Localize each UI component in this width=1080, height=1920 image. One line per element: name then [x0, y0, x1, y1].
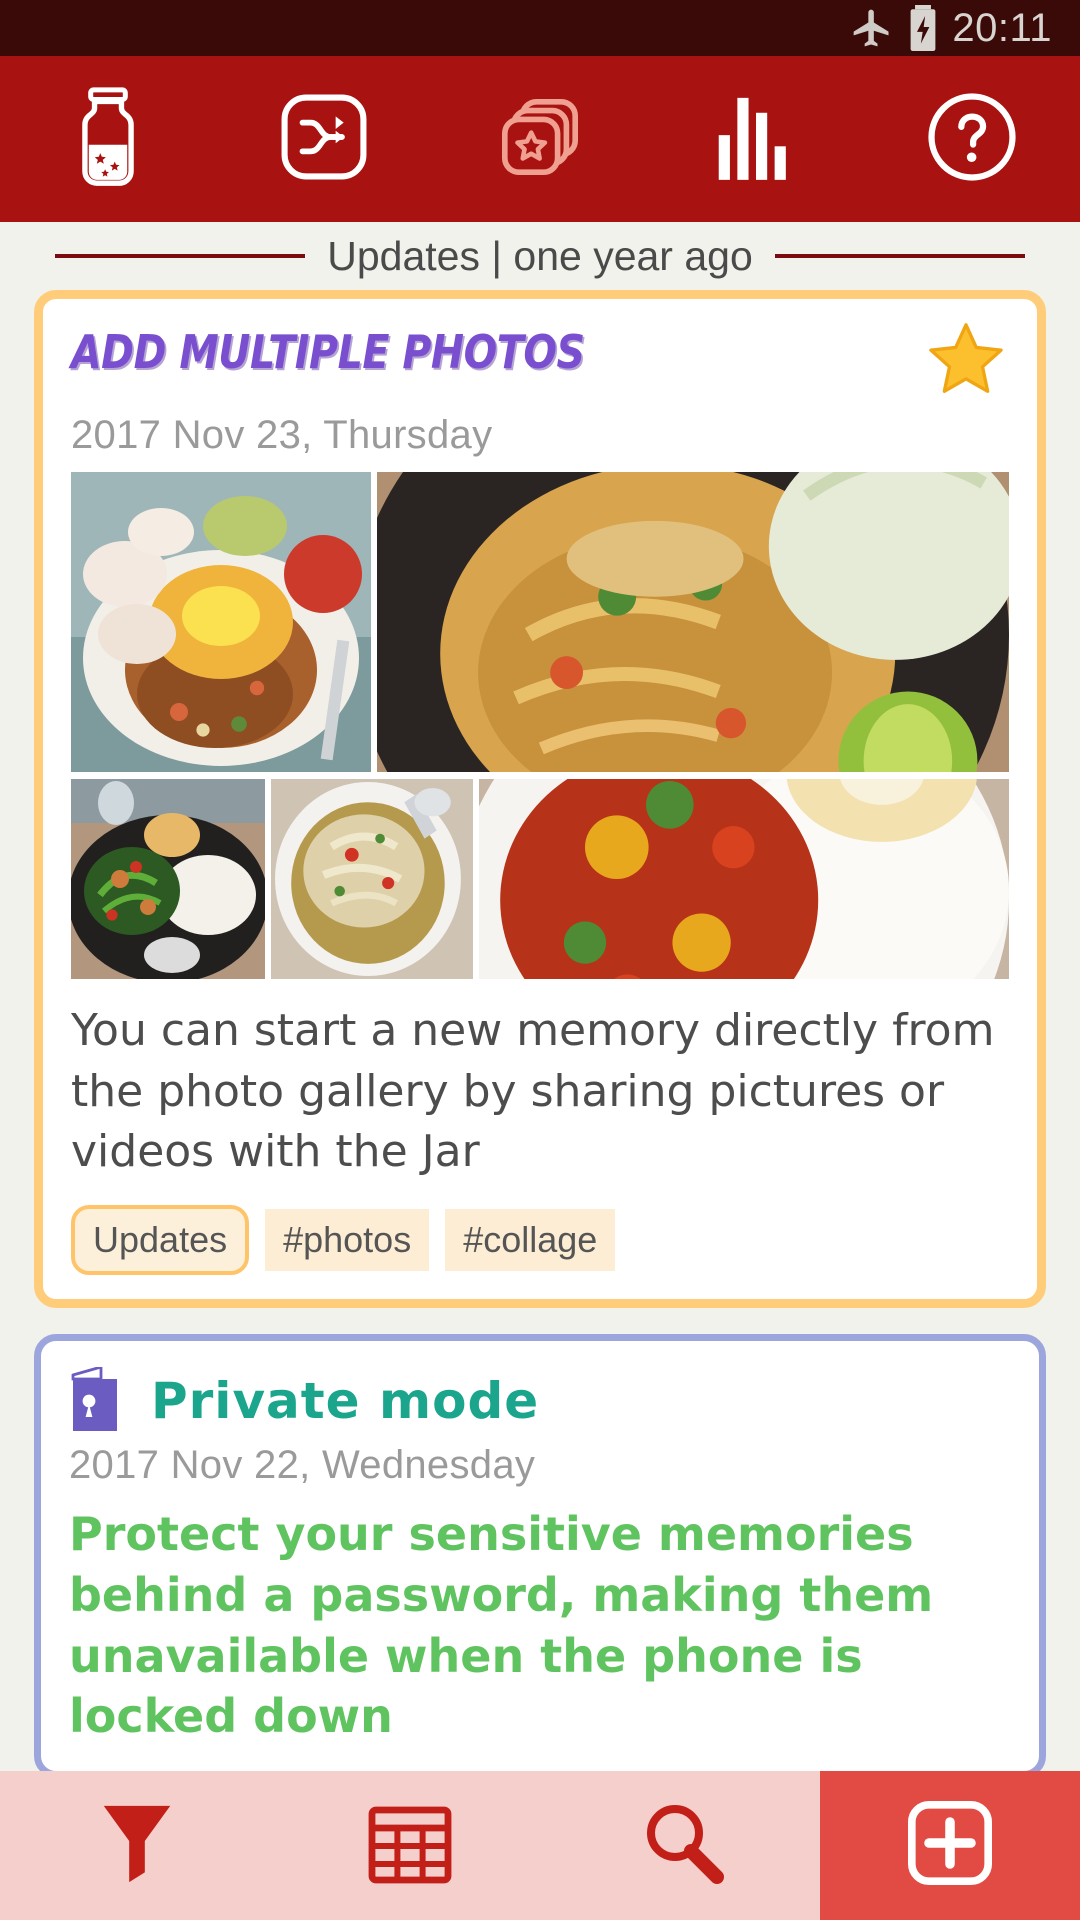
shuffle-icon: [281, 94, 367, 185]
jar-icon: [69, 86, 147, 192]
memory-feed: ADD MULTIPLE PHOTOS 2017 Nov 23, Thursda…: [0, 290, 1080, 1779]
app-screen: 20:11 Updates | one year ago ADD MULTIPL…: [0, 0, 1080, 1920]
memory-card-private-mode[interactable]: Private mode 2017 Nov 22, Wednesday Prot…: [34, 1334, 1046, 1779]
card-title: Private mode: [151, 1372, 540, 1431]
bar-chart-icon: [715, 94, 797, 185]
cards-star-icon: [496, 93, 584, 186]
search-icon: [641, 1801, 725, 1890]
card-date: 2017 Nov 23, Thursday: [71, 413, 493, 457]
memory-card-add-multiple-photos[interactable]: ADD MULTIPLE PHOTOS 2017 Nov 23, Thursda…: [34, 290, 1046, 1309]
add-memory-button[interactable]: [819, 1771, 1080, 1920]
calendar-icon: [368, 1802, 452, 1889]
card-date: 2017 Nov 22, Wednesday: [69, 1443, 536, 1488]
card-title-row: Private mode: [69, 1365, 1011, 1435]
card-title-row: ADD MULTIPLE PHOTOS: [71, 323, 1009, 405]
bottom-item-calendar[interactable]: [273, 1771, 546, 1920]
tag-list: Updates #photos #collage: [71, 1205, 1009, 1276]
photo-chicken-soup[interactable]: [271, 779, 473, 979]
photo-collage[interactable]: [71, 472, 1009, 979]
toolbar-item-jar[interactable]: [0, 56, 216, 222]
bottom-item-filter[interactable]: [0, 1771, 273, 1920]
toolbar-item-statistics[interactable]: [648, 56, 864, 222]
bottom-navigation-bar: [0, 1771, 1080, 1920]
toolbar-item-help[interactable]: [864, 56, 1080, 222]
lock-book-icon: [69, 1365, 129, 1435]
card-body-text: You can start a new memory directly from…: [71, 1005, 995, 1178]
add-plus-icon: [907, 1801, 992, 1890]
status-bar-time: 20:11: [952, 5, 1052, 50]
battery-charging-icon: [908, 5, 938, 51]
status-bar: 20:11: [0, 0, 1080, 56]
top-toolbar: [0, 56, 1080, 222]
section-header: Updates | one year ago: [0, 222, 1080, 290]
photo-stirfry-rice[interactable]: [71, 779, 265, 979]
star-icon[interactable]: [923, 319, 1009, 405]
photo-sweet-sour-rice[interactable]: [479, 779, 1009, 979]
card-body-text: Protect your sensitive memories behind a…: [69, 1507, 934, 1744]
toolbar-item-shuffle[interactable]: [216, 56, 432, 222]
airplane-mode-icon: [850, 6, 894, 50]
bottom-item-search[interactable]: [547, 1771, 820, 1920]
section-header-label: Updates | one year ago: [327, 232, 753, 279]
help-circle-icon: [926, 91, 1018, 188]
photo-pad-thai[interactable]: [377, 472, 1009, 772]
section-rule-right: [774, 254, 1025, 258]
tag-collage[interactable]: #collage: [445, 1209, 616, 1272]
card-title: ADD MULTIPLE PHOTOS: [71, 325, 585, 379]
photo-fried-rice-egg[interactable]: [71, 472, 371, 772]
toolbar-item-collections[interactable]: [432, 56, 648, 222]
filter-funnel-icon: [99, 1800, 175, 1891]
section-rule-left: [55, 254, 306, 258]
tag-photos[interactable]: #photos: [265, 1209, 430, 1272]
tag-updates[interactable]: Updates: [71, 1205, 250, 1276]
